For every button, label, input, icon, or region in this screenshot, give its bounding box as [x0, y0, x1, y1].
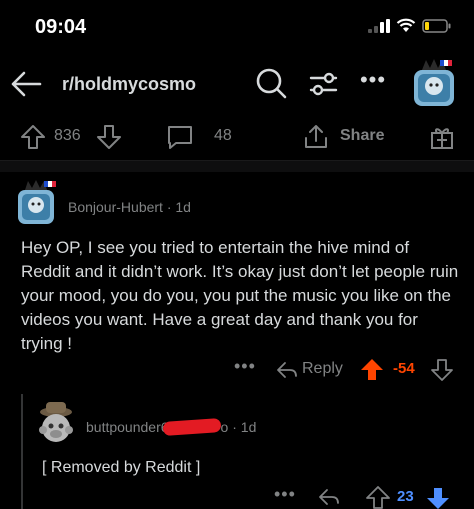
- reply-author-avatar[interactable]: [34, 400, 78, 446]
- post-comment-count: 48: [214, 127, 232, 144]
- more-icon: •••: [359, 67, 387, 92]
- post-share-label[interactable]: Share: [340, 127, 384, 145]
- reply-downvote-button[interactable]: [426, 486, 450, 509]
- nav-bar: r/holdmycosmo •••: [0, 56, 474, 114]
- comment-reply-label[interactable]: Reply: [302, 360, 343, 378]
- post-downvote-button[interactable]: [96, 120, 122, 154]
- reply-more-button[interactable]: •••: [274, 484, 296, 505]
- comment-reply-button[interactable]: [276, 361, 298, 384]
- reply-age: 1d: [240, 419, 257, 435]
- upvote-arrow-icon: [366, 486, 390, 509]
- post-action-bar: 836 48 Share: [0, 116, 474, 158]
- signal-icon: [368, 18, 390, 33]
- battery-icon: [422, 18, 451, 33]
- reply-author[interactable]: buttpounder6 o · 1d: [86, 417, 257, 437]
- reply-upvote-button[interactable]: [366, 486, 390, 509]
- redaction-mark: [162, 417, 221, 437]
- search-icon: [256, 68, 287, 99]
- reply-actions: ••• 23: [30, 484, 474, 509]
- back-button[interactable]: [8, 66, 44, 102]
- filter-button[interactable]: [303, 65, 341, 103]
- section-divider: [0, 160, 474, 172]
- downvote-arrow-icon: [97, 125, 121, 149]
- gift-icon: [431, 128, 453, 149]
- avatar: [39, 402, 73, 442]
- comment-author-name[interactable]: Bonjour-Hubert: [68, 199, 163, 215]
- upvote-arrow-icon: [361, 359, 383, 380]
- post-upvote-button[interactable]: [20, 120, 46, 154]
- back-arrow-icon: [11, 71, 42, 97]
- avatar: [18, 180, 56, 224]
- user-avatar-button[interactable]: [410, 58, 458, 110]
- post-vote-count: 836: [54, 127, 81, 144]
- reply-arrow-icon: [277, 362, 297, 378]
- comment-bubble-icon: [168, 126, 192, 149]
- wifi-icon: [396, 18, 416, 32]
- post-award-button[interactable]: [428, 120, 456, 154]
- reply-reply-button[interactable]: [318, 488, 340, 509]
- reply-author-name[interactable]: buttpounder6: [86, 419, 169, 435]
- reply-score: 23: [397, 488, 414, 505]
- comment-more-button[interactable]: •••: [234, 356, 256, 377]
- status-bar: 09:04: [0, 0, 474, 52]
- comment-age: 1d: [175, 199, 191, 215]
- share-icon: [305, 125, 327, 148]
- upvote-arrow-icon: [21, 125, 45, 149]
- post-comments-button[interactable]: [166, 120, 194, 154]
- more-options-button[interactable]: •••: [356, 67, 390, 101]
- status-time: 09:04: [35, 16, 87, 38]
- comment-author[interactable]: Bonjour-Hubert · 1d: [68, 199, 191, 215]
- reply-author-tail: o: [220, 419, 229, 435]
- downvote-arrow-icon: [427, 488, 449, 509]
- post-share-button[interactable]: [302, 120, 330, 154]
- filter-sliders-icon: [309, 72, 338, 96]
- search-button[interactable]: [252, 65, 290, 103]
- status-icons: [368, 18, 452, 33]
- avatar: [414, 59, 454, 106]
- downvote-arrow-icon: [431, 359, 453, 381]
- comment-body: Hey OP, I see you tried to entertain the…: [21, 238, 459, 353]
- comment-actions: ••• Reply -54: [0, 356, 474, 384]
- reply-body: [ Removed by Reddit ]: [42, 459, 201, 476]
- comment-score: -54: [393, 360, 415, 377]
- comment-downvote-button[interactable]: [430, 358, 454, 387]
- thread-line[interactable]: [21, 394, 23, 509]
- comment-author-avatar[interactable]: [14, 180, 60, 228]
- comment-upvote-button[interactable]: [360, 358, 384, 387]
- reply-arrow-icon: [319, 489, 339, 505]
- reply-separator: ·: [232, 419, 241, 435]
- subreddit-title[interactable]: r/holdmycosmo: [62, 74, 196, 95]
